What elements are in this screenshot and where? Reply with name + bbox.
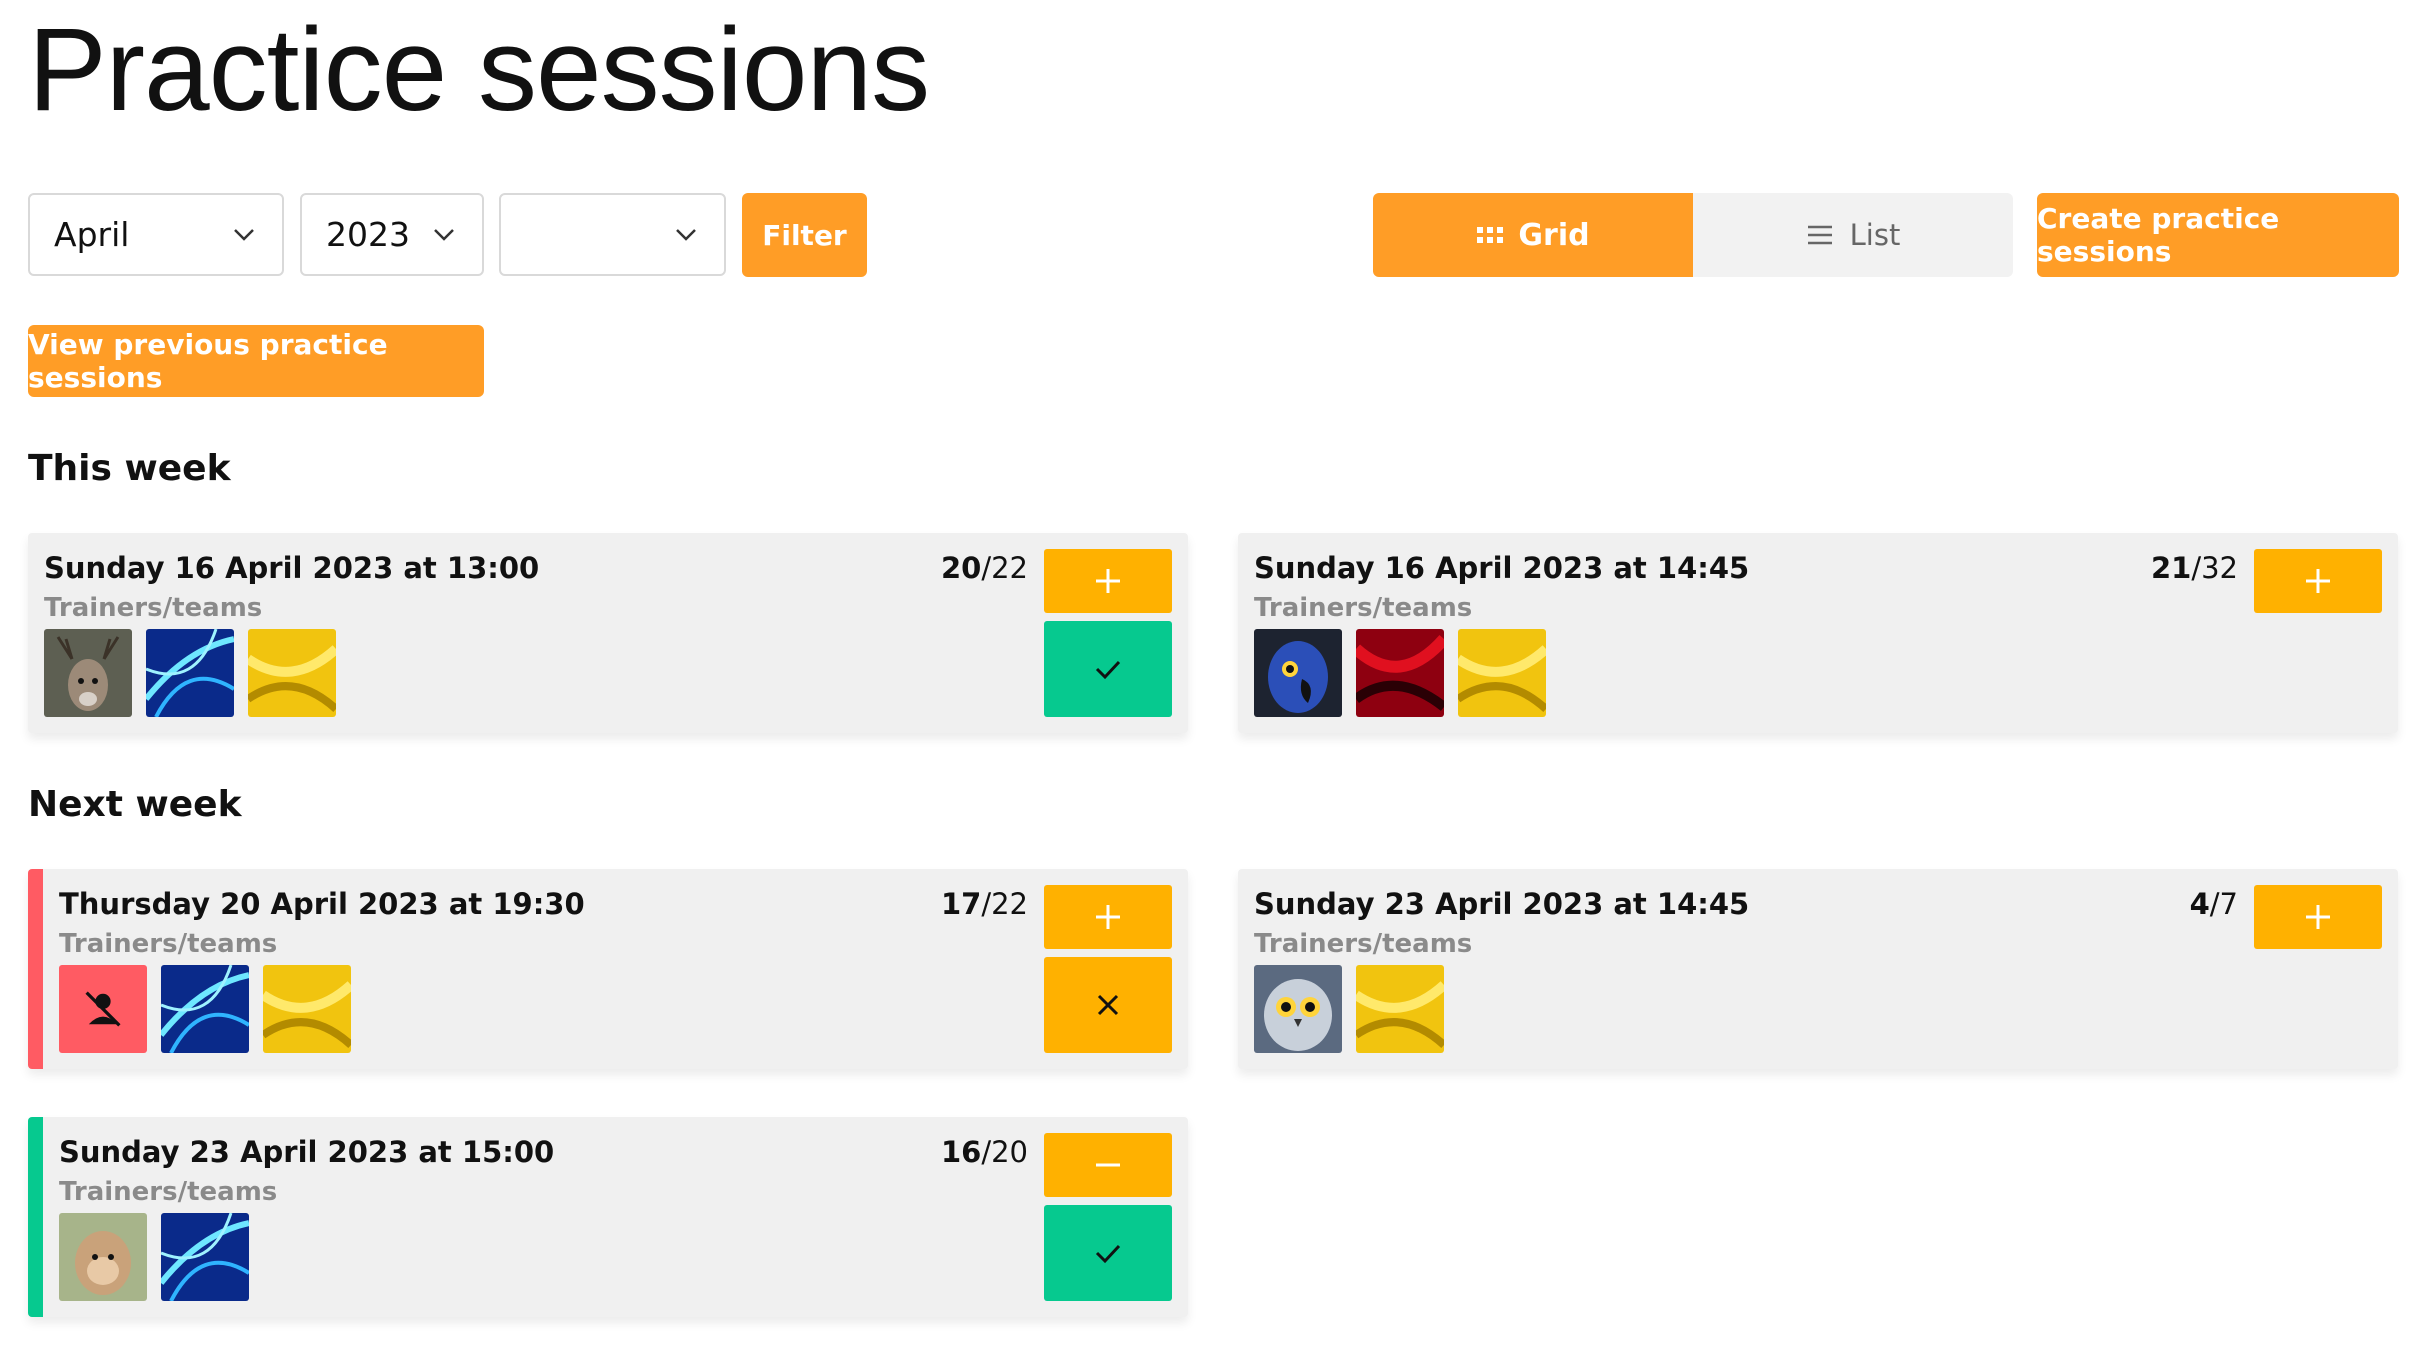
remove-participant-button[interactable] [1044, 1133, 1172, 1197]
add-participant-button[interactable] [1044, 549, 1172, 613]
session-count: 16/20 [940, 1135, 1028, 1169]
session-date: Thursday 20 April 2023 at 19:30 [59, 887, 585, 921]
filter-button[interactable]: Filter [742, 193, 867, 277]
team-avatar-gold [1458, 629, 1546, 717]
chevron-down-icon [434, 229, 454, 241]
session-date: Sunday 16 April 2023 at 13:00 [44, 551, 540, 585]
add-participant-button[interactable] [2254, 885, 2382, 949]
year-select[interactable]: 2023 [300, 193, 484, 276]
plus-icon [2306, 569, 2330, 593]
session-subtitle: Trainers/teams [44, 593, 263, 623]
session-count: 4/7 [2189, 887, 2238, 921]
plus-icon [1096, 569, 1120, 593]
chevron-down-icon [676, 229, 696, 241]
month-select[interactable]: April [28, 193, 284, 276]
list-view-button[interactable]: List [1693, 193, 2013, 277]
team-avatar-blue-light [146, 629, 234, 717]
team-avatar-blue-light [161, 965, 249, 1053]
trainer-avatar-deer [44, 629, 132, 717]
extra-select[interactable] [499, 193, 726, 276]
session-subtitle: Trainers/teams [1254, 593, 1473, 623]
session-subtitle: Trainers/teams [1254, 929, 1473, 959]
session-date: Sunday 23 April 2023 at 14:45 [1254, 887, 1750, 921]
create-practice-sessions-button[interactable]: Create practice sessions [2037, 193, 2399, 277]
session-date: Sunday 16 April 2023 at 14:45 [1254, 551, 1750, 585]
session-count: 20/22 [940, 551, 1028, 585]
session-subtitle: Trainers/teams [59, 1177, 278, 1207]
team-avatar-red-silk [1356, 629, 1444, 717]
session-card[interactable]: Sunday 16 April 2023 at 13:00 Trainers/t… [28, 533, 1188, 733]
trainer-avatar-monkey [59, 1213, 147, 1301]
session-card[interactable]: Thursday 20 April 2023 at 19:30 Trainers… [28, 869, 1188, 1069]
session-subtitle: Trainers/teams [59, 929, 278, 959]
trainer-avatar-parrot [1254, 629, 1342, 717]
session-count: 17/22 [940, 887, 1028, 921]
chevron-down-icon [234, 229, 254, 241]
close-icon [1097, 994, 1119, 1016]
grid-icon [1477, 227, 1504, 243]
add-participant-button[interactable] [2254, 549, 2382, 613]
attendance-confirmed-button[interactable] [1044, 621, 1172, 717]
check-icon [1095, 660, 1121, 680]
year-select-value: 2023 [326, 215, 410, 254]
month-select-value: April [54, 215, 130, 254]
session-card[interactable]: Sunday 23 April 2023 at 15:00 Trainers/t… [28, 1117, 1188, 1317]
page-title: Practice sessions [28, 4, 930, 136]
attendance-confirmed-button[interactable] [1044, 1205, 1172, 1301]
grid-view-button[interactable]: Grid [1373, 193, 1693, 277]
team-avatar-blue-light [161, 1213, 249, 1301]
list-view-label: List [1849, 218, 1901, 252]
session-card[interactable]: Sunday 23 April 2023 at 14:45 Trainers/t… [1238, 869, 2398, 1069]
user-unavailable-icon [59, 965, 147, 1053]
view-previous-sessions-button[interactable]: View previous practice sessions [28, 325, 484, 397]
team-avatar-gold [263, 965, 351, 1053]
team-avatar-gold [1356, 965, 1444, 1053]
grid-view-label: Grid [1518, 217, 1590, 253]
trainer-avatar-owl [1254, 965, 1342, 1053]
attendance-declined-button[interactable] [1044, 957, 1172, 1053]
session-count: 21/32 [2150, 551, 2238, 585]
section-heading-next-week: Next week [28, 784, 242, 825]
page: Practice sessions April 2023 Filter Grid… [0, 0, 2417, 1358]
check-icon [1095, 1244, 1121, 1264]
session-card[interactable]: Sunday 16 April 2023 at 14:45 Trainers/t… [1238, 533, 2398, 733]
section-heading-this-week: This week [28, 448, 231, 489]
session-date: Sunday 23 April 2023 at 15:00 [59, 1135, 555, 1169]
list-icon [1807, 225, 1832, 245]
add-participant-button[interactable] [1044, 885, 1172, 949]
plus-icon [2306, 905, 2330, 929]
team-avatar-gold [248, 629, 336, 717]
plus-icon [1096, 905, 1120, 929]
minus-icon [1096, 1163, 1120, 1167]
